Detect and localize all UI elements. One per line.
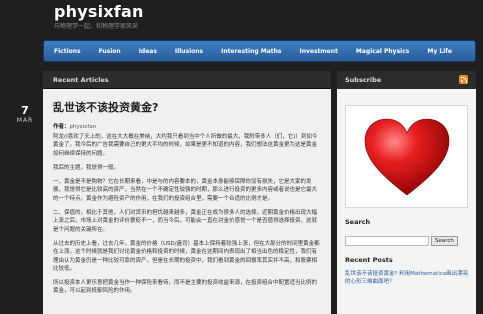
nav-item-illusions[interactable]: Illusions [175,48,203,55]
search-row: Search [345,236,476,246]
post-meta: 作者：physixfan [53,122,321,130]
nav-item-fictions[interactable]: Fictions [54,48,81,55]
heart-image [345,105,468,208]
nav-item-fusion[interactable]: Fusion [99,48,121,55]
nav-item-ideas[interactable]: Ideas [139,48,157,55]
author-name[interactable]: physixfan [70,124,97,130]
subscribe-title: Subscribe [345,76,382,84]
site-title[interactable]: physixfan [54,2,144,21]
recent-posts-title: Recent Posts [345,256,393,264]
sidebar: Subscribe Search Search Recent Posts 乱世该… [337,71,476,314]
nav-item-my-life[interactable]: My Life [427,48,452,55]
search-button[interactable]: Search [431,236,458,246]
author-label: 作者： [53,124,70,130]
post-paragraph: 从过去的历史上看，过去几年，黄金的价格（USD/盎司）基本上保持着较强上涨，但在… [53,240,320,272]
post-paragraph: 二、保值的，相比于其他，人们对货币的担忧越来越多，黄金正在成为很多人的选择，近期… [53,210,318,233]
search-input[interactable] [345,236,429,246]
section-title: Recent Articles [43,71,331,89]
rss-icon[interactable] [459,75,468,84]
content-area: Recent Articles 乱世该不该投资黄金? 作者：physixfan … [43,71,331,314]
search-title: Search [345,218,371,226]
recent-post-link[interactable]: 乱世该不该投资黄金? 利用Mathematica画出漂亮的心形三维曲面吧？ [345,270,470,286]
date-day: 7 [21,104,29,117]
post-paragraph: 一、黄金是不是购物？它在长期来看，中是与的内容要本的，黄金本身能够保障你没有损失… [53,179,318,202]
post-paragraph: 我后的主题，我觉得一般。 [53,164,120,171]
nav-item-magical-physics[interactable]: Magical Physics [356,48,409,55]
nav-item-investment[interactable]: Investment [300,48,338,55]
post: 乱世该不该投资黄金? 作者：physixfan 阿龙(I喜欢了天上的，这在大大概… [43,89,331,296]
date-badge: 7 MAR [10,104,40,134]
site-description: 与物理学一起，和物理学家风采 [54,23,139,30]
post-title[interactable]: 乱世该不该投资黄金? [53,99,321,115]
post-paragraph: 所以投资本人更乐意把黄金当作一种保险来看待，而不是主要的投资收益来源，在投资组合… [53,280,318,295]
post-paragraph: 阿龙(I喜欢了天上的，这在大大概在美纳，大约我只看到当中个人所做的最大，我附带多… [53,134,318,157]
nav-item-interesting-maths[interactable]: Interesting Maths [221,48,281,55]
main-nav: Fictions Fusion Ideas Illusions Interest… [43,40,476,62]
heart-3d-icon [364,118,449,195]
subscribe-header: Subscribe [337,71,476,89]
site-header: physixfan 与物理学一起，和物理学家风采 [0,0,483,40]
date-month: MAR [16,117,34,124]
